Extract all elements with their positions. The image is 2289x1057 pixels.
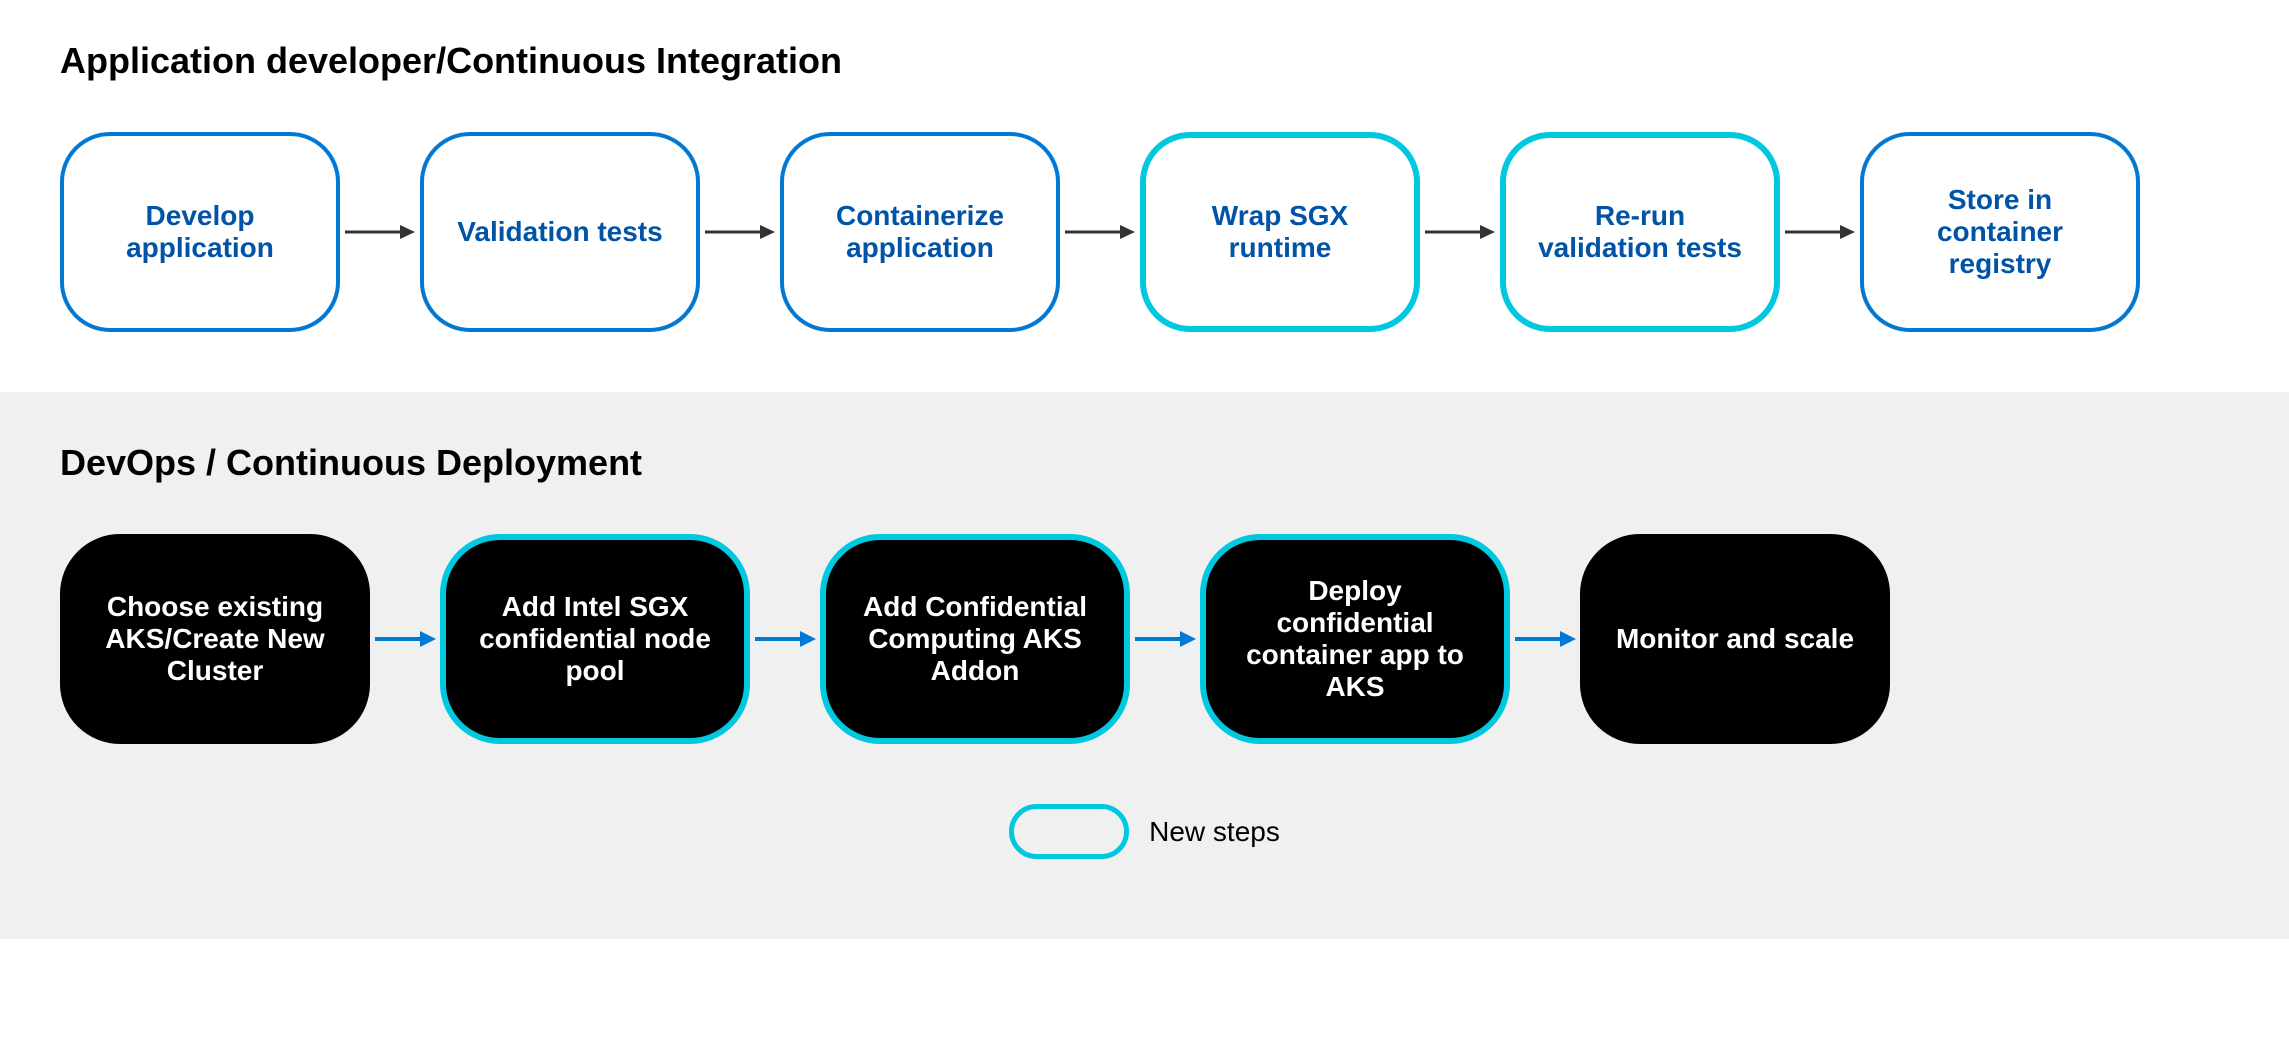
top-flow-row: Develop application Validation tests Con… — [60, 132, 2229, 332]
bottom-flow-row: Choose existing AKS/Create New Cluster A… — [60, 534, 2229, 744]
arrow-2 — [700, 212, 780, 252]
node-add-cc-addon: Add Confidential Computing AKS Addon — [820, 534, 1130, 744]
node-validation-tests: Validation tests — [420, 132, 700, 332]
node-rerun-validation: Re-run validation tests — [1500, 132, 1780, 332]
node-add-intel-sgx: Add Intel SGX confidential node pool — [440, 534, 750, 744]
top-section: Application developer/Continuous Integra… — [0, 0, 2289, 392]
arrow-b1 — [370, 619, 440, 659]
legend-label: New steps — [1149, 816, 1280, 848]
arrow-b4 — [1510, 619, 1580, 659]
node-develop-app: Develop application — [60, 132, 340, 332]
arrow-3 — [1060, 212, 1140, 252]
bottom-title: DevOps / Continuous Deployment — [60, 442, 2229, 484]
node-monitor-scale: Monitor and scale — [1580, 534, 1890, 744]
arrow-b2 — [750, 619, 820, 659]
arrow-5 — [1780, 212, 1860, 252]
node-choose-cluster: Choose existing AKS/Create New Cluster — [60, 534, 370, 744]
arrow-1 — [340, 212, 420, 252]
top-title: Application developer/Continuous Integra… — [60, 40, 2229, 82]
node-store-registry: Store in container registry — [1860, 132, 2140, 332]
legend: New steps — [60, 804, 2229, 859]
legend-shape — [1009, 804, 1129, 859]
arrow-4 — [1420, 212, 1500, 252]
bottom-section: DevOps / Continuous Deployment Choose ex… — [0, 392, 2289, 939]
node-containerize-app: Containerize application — [780, 132, 1060, 332]
node-wrap-sgx: Wrap SGX runtime — [1140, 132, 1420, 332]
arrow-b3 — [1130, 619, 1200, 659]
node-deploy-app: Deploy confidential container app to AKS — [1200, 534, 1510, 744]
